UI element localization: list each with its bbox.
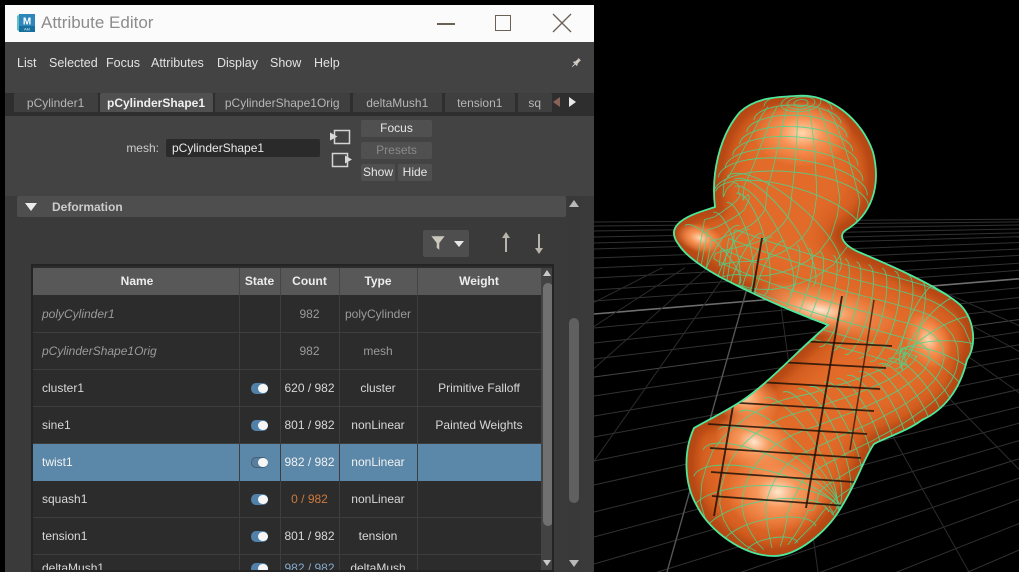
svg-text:AM: AM — [24, 27, 30, 32]
